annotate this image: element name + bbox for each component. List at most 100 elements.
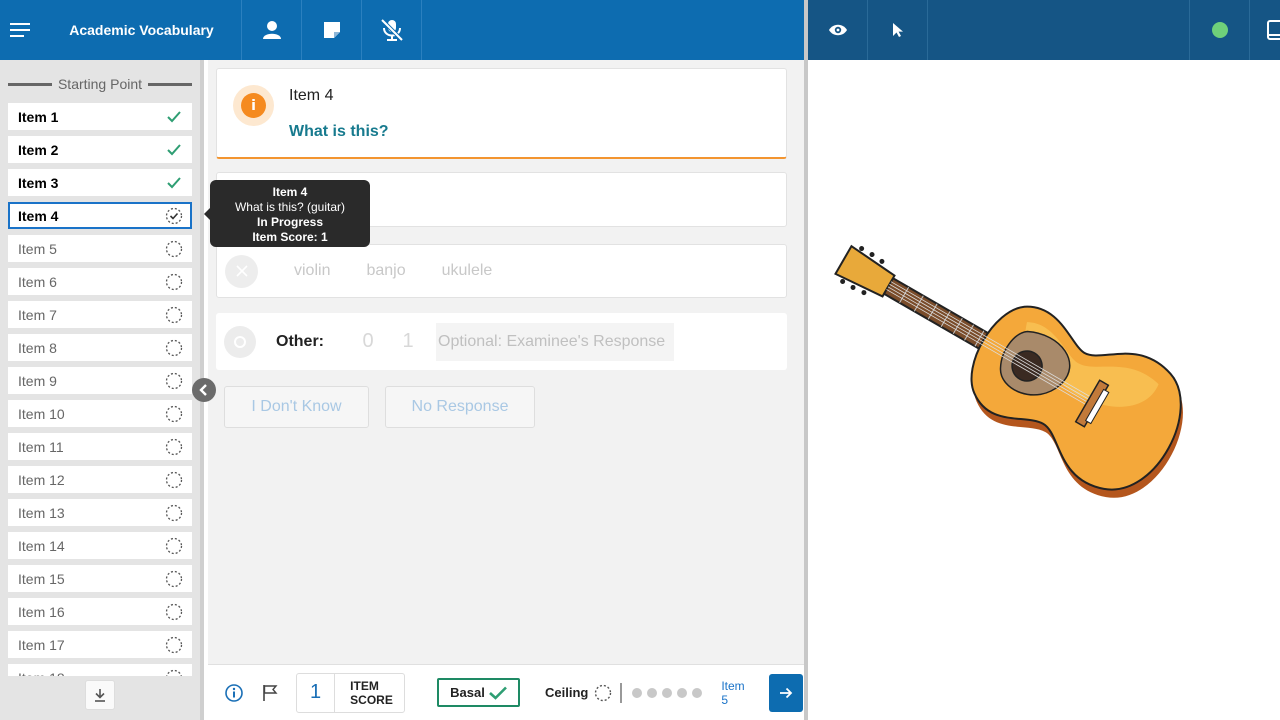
microphone-off-icon	[380, 18, 403, 42]
sidebar-item-label: Item 18	[18, 670, 65, 677]
examinee-button[interactable]	[242, 0, 302, 60]
option-ukulele[interactable]: ukulele	[442, 262, 493, 280]
sidebar-item-label: Item 11	[18, 438, 64, 455]
option-banjo[interactable]: banjo	[366, 262, 405, 280]
sidebar-item[interactable]: Item 12	[8, 466, 192, 493]
other-score-1[interactable]: 1	[388, 330, 428, 353]
sidebar-item-label: Item 4	[18, 207, 59, 224]
next-item-label-line2: 5	[721, 692, 729, 707]
progress-dot	[692, 687, 703, 698]
arrow-right-icon	[780, 687, 793, 698]
info-icon: i	[241, 93, 266, 118]
item-score-label-line1: ITEM	[350, 678, 379, 693]
info-button[interactable]	[224, 683, 244, 703]
pending-circle-icon	[165, 603, 183, 620]
item-list[interactable]: Item 1 Item 2 Item 3 Item 4 Item 5 Item 6 Item…	[8, 103, 192, 676]
checkmark-icon	[167, 143, 181, 155]
progress-dot	[677, 687, 688, 698]
sidebar-item[interactable]: Item 16	[8, 598, 192, 625]
sidebar-item[interactable]: Item 8	[8, 334, 192, 361]
sidebar-item-label: Item 14	[18, 537, 65, 554]
tooltip-score: Item Score: 1	[252, 230, 328, 244]
pending-circle-icon	[165, 339, 183, 356]
sidebar-item[interactable]: Item 11	[8, 433, 192, 460]
other-response-card: Other: 0 1	[216, 313, 787, 370]
other-select-button[interactable]	[224, 325, 256, 358]
sidebar-item-label: Item 2	[18, 141, 59, 158]
progress-dot	[632, 687, 643, 698]
sidebar-item-label: Item 9	[18, 372, 57, 389]
item-info-button[interactable]: i	[233, 85, 274, 126]
divider-line	[8, 82, 52, 86]
flag-button[interactable]	[260, 683, 280, 703]
pending-circle-icon	[165, 504, 183, 521]
sidebar-item-label: Item 15	[18, 570, 65, 587]
pending-circle-icon	[165, 405, 183, 422]
next-item-button[interactable]	[769, 673, 804, 712]
starting-point-label: Starting Point	[57, 76, 143, 92]
item-score-label-line2: SCORE	[350, 692, 393, 707]
other-score-0[interactable]: 0	[348, 330, 388, 353]
sidebar-item[interactable]: Item 6	[8, 268, 192, 295]
connection-status	[1190, 0, 1250, 60]
sidebar-item[interactable]: Item 15	[8, 565, 192, 592]
sidebar-item[interactable]: Item 7	[8, 301, 192, 328]
notes-button[interactable]	[302, 0, 362, 60]
sidebar-item[interactable]: Item 3	[8, 169, 192, 196]
pending-circle-icon	[165, 438, 183, 455]
no-response-button[interactable]: No Response	[385, 386, 535, 428]
chevron-left-icon	[199, 384, 207, 396]
note-icon	[323, 22, 340, 38]
main-panel: i Item 4 What is this? violin banjo ukul…	[208, 60, 804, 664]
option-violin[interactable]: violin	[294, 262, 330, 280]
sidebar-item[interactable]: Item 9	[8, 367, 192, 394]
sidebar-item-label: Item 16	[18, 603, 65, 620]
sidebar-item-label: Item 17	[18, 636, 65, 653]
cursor-pointer-icon	[892, 23, 903, 37]
item-score-label: ITEM SCORE	[335, 674, 404, 712]
download-button[interactable]	[85, 680, 115, 710]
sidebar-item[interactable]: Item 1	[8, 103, 192, 130]
pending-circle-icon	[165, 372, 183, 389]
sidebar-item-label: Item 13	[18, 504, 65, 521]
footer-bar: 1 ITEM SCORE Basal Ceiling Item 5	[208, 664, 804, 720]
collapse-sidebar-button[interactable]	[192, 378, 216, 402]
microphone-off-button[interactable]	[362, 0, 422, 60]
examinee-response-input[interactable]	[436, 322, 674, 361]
incorrect-mark-button[interactable]	[225, 254, 258, 288]
sidebar-item[interactable]: Item 17	[8, 631, 192, 658]
sidebar-item[interactable]: Item 18	[8, 664, 192, 676]
stimulus-panel	[808, 60, 1280, 720]
sidebar-item-label: Item 1	[18, 108, 59, 125]
examinee-view-button[interactable]	[808, 0, 868, 60]
pending-circle-icon	[165, 273, 183, 290]
sidebar-item[interactable]: Item 2	[8, 136, 192, 163]
download-icon	[95, 689, 105, 702]
next-item-label: Item 5	[721, 679, 751, 707]
menu-button[interactable]	[0, 0, 42, 60]
sidebar-item[interactable]: Item 13	[8, 499, 192, 526]
pending-circle-icon	[165, 537, 183, 554]
sidebar-item-label: Item 12	[18, 471, 65, 488]
checkmark-icon	[488, 686, 507, 700]
sidebar-item[interactable]: Item 4	[8, 202, 192, 229]
item-title: Item 4	[289, 87, 334, 104]
dont-know-button[interactable]: I Don't Know	[224, 386, 369, 428]
pending-circle-icon	[595, 684, 612, 701]
display-button[interactable]	[1250, 0, 1280, 60]
sidebar-item[interactable]: Item 14	[8, 532, 192, 559]
question-prompt: What is this?	[289, 123, 389, 140]
tooltip-question: What is this? (guitar)	[234, 200, 346, 214]
close-icon	[235, 265, 248, 277]
pointer-button[interactable]	[868, 0, 928, 60]
info-circle-icon	[225, 683, 243, 702]
divider-line	[148, 82, 192, 86]
status-online-indicator	[1211, 22, 1228, 38]
sidebar-item[interactable]: Item 10	[8, 400, 192, 427]
stimulus-toolbar	[808, 0, 1280, 60]
pending-circle-icon	[165, 306, 183, 323]
sidebar-item-label: Item 3	[18, 174, 59, 191]
sidebar-item-label: Item 7	[18, 306, 57, 323]
tooltip-status: In Progress	[256, 215, 324, 229]
sidebar-item[interactable]: Item 5	[8, 235, 192, 262]
